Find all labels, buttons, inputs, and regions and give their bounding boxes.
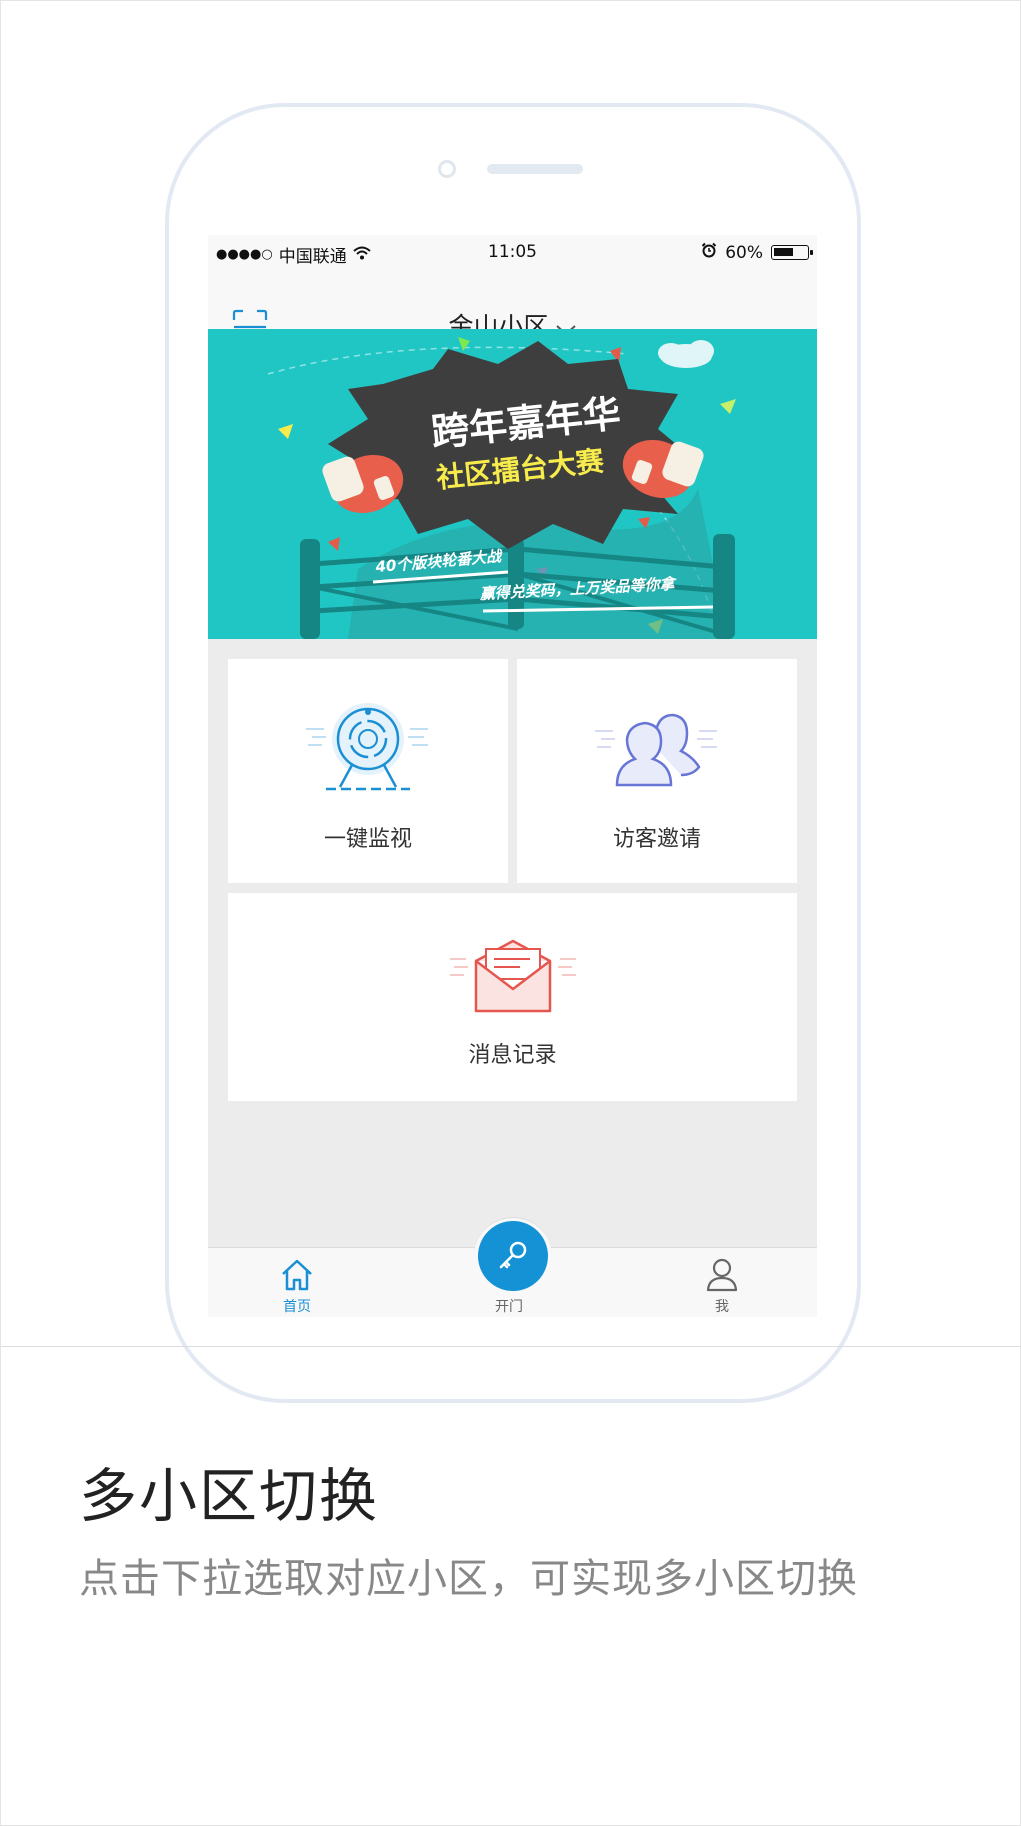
banner-illustration: 跨年嘉年华 社区擂台大赛 40个版块轮番大战 赢得兑奖码，上万奖品等你拿 <box>208 329 817 639</box>
home-icon <box>282 1259 312 1291</box>
front-camera <box>438 160 456 178</box>
message-tile[interactable]: 消息记录 <box>228 893 797 1101</box>
phone-screen: ●●●●○ 中国联通 11:05 60% 金山小区 跨年嘉年华 社区擂台大赛 4… <box>208 235 817 1317</box>
visitor-tile[interactable]: 访客邀请 <box>517 659 797 883</box>
tab-home[interactable]: 首页 <box>247 1248 347 1317</box>
tab-me[interactable]: 我 <box>672 1248 772 1317</box>
camera-icon <box>306 703 428 791</box>
speaker-grille <box>487 164 583 174</box>
monitor-label: 一键监视 <box>323 827 412 852</box>
visitor-label: 访客邀请 <box>612 827 701 852</box>
alarm-icon <box>701 242 717 263</box>
battery-icon <box>771 245 813 260</box>
tab-home-label: 首页 <box>283 1299 311 1315</box>
feature-title: 多小区切换 <box>79 1462 380 1530</box>
section-divider <box>1 1346 1021 1347</box>
user-icon <box>706 1258 738 1292</box>
battery-level <box>774 248 793 256</box>
key-icon <box>499 1241 527 1269</box>
page-canvas: ●●●●○ 中国联通 11:05 60% 金山小区 跨年嘉年华 社区擂台大赛 4… <box>0 0 1021 1826</box>
tab-me-label: 我 <box>715 1299 729 1315</box>
tab-door-label: 开门 <box>495 1299 523 1315</box>
monitor-tile[interactable]: 一键监视 <box>228 659 508 883</box>
cloud-shape <box>658 340 714 368</box>
status-bar: ●●●●○ 中国联通 11:05 60% <box>208 235 817 269</box>
message-label: 消息记录 <box>468 1043 557 1068</box>
open-door-button[interactable] <box>478 1221 548 1291</box>
users-icon <box>595 713 717 787</box>
feature-description: 点击下拉选取对应小区，可实现多小区切换 <box>79 1556 858 1602</box>
promo-banner[interactable]: 跨年嘉年华 社区擂台大赛 40个版块轮番大战 赢得兑奖码，上万奖品等你拿 <box>208 329 817 639</box>
battery-percent: 60% <box>725 242 763 263</box>
envelope-icon <box>450 939 576 1013</box>
